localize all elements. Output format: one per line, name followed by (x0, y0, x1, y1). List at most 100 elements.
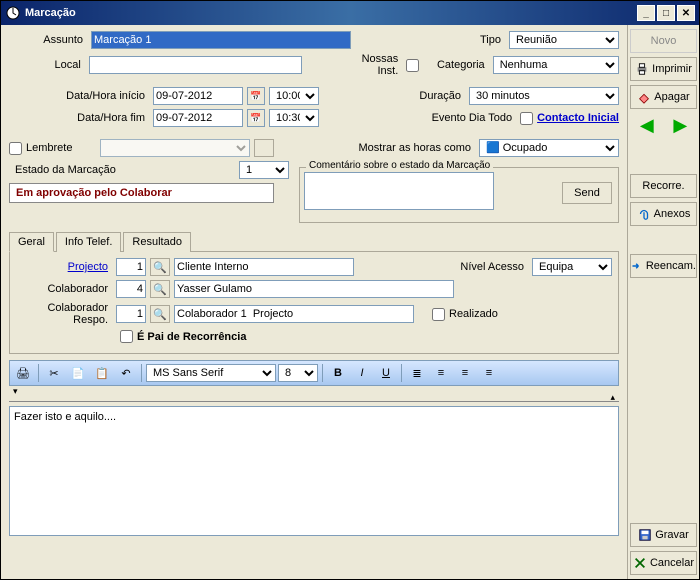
anexos-button[interactable]: Anexos (630, 202, 697, 226)
cancelar-button[interactable]: Cancelar (630, 551, 697, 575)
comentario-legend: Comentário sobre o estado da Marcação (306, 160, 493, 171)
tab-strip: Geral Info Telef. Resultado (9, 231, 619, 252)
nivel-acesso-label: Nível Acesso (460, 261, 528, 273)
cut-icon[interactable]: ✂ (43, 363, 65, 383)
data-fim-label: Data/Hora fim (9, 112, 149, 124)
comentario-fieldset: Comentário sobre o estado da Marcação Se… (299, 167, 619, 223)
eraser-icon (637, 90, 651, 104)
colaborador-lookup-icon[interactable]: 🔍 (150, 280, 170, 298)
novo-button[interactable]: Novo (630, 29, 697, 53)
realizado-checkbox[interactable] (432, 308, 445, 321)
local-label: Local (9, 59, 85, 71)
italic-button[interactable]: I (351, 363, 373, 383)
bullets-icon[interactable]: ≣ (406, 363, 428, 383)
projecto-num-input[interactable] (116, 258, 146, 276)
apagar-button[interactable]: Apagar (630, 85, 697, 109)
main-panel: Assunto Tipo Reunião Local Nossas Inst. … (1, 25, 627, 579)
colaborador-name-input[interactable] (174, 280, 454, 298)
imprimir-button[interactable]: Imprimir (630, 57, 697, 81)
appointment-window: Marcação _ □ ✕ Assunto Tipo Reunião Loca… (0, 0, 700, 580)
data-fim-input[interactable] (153, 109, 243, 127)
hora-fim-select[interactable]: 10:30 (269, 109, 319, 127)
recorre-button[interactable]: Recorre. (630, 174, 697, 198)
pai-recorrencia-checkbox[interactable] (120, 330, 133, 343)
titlebar: Marcação _ □ ✕ (1, 1, 699, 25)
projecto-link[interactable]: Projecto (16, 261, 112, 273)
nossas-inst-label: Nossas Inst. (340, 53, 403, 77)
paperclip-icon (637, 207, 651, 221)
align-left-icon[interactable]: ≡ (430, 363, 452, 383)
tab-panel-geral: Projecto 🔍 Nível Acesso Equipa Colaborad… (9, 252, 619, 354)
align-center-icon[interactable]: ≡ (454, 363, 476, 383)
cancel-icon (633, 556, 647, 570)
data-inicio-label: Data/Hora início (9, 90, 149, 102)
data-inicio-input[interactable] (153, 87, 243, 105)
paste-icon[interactable]: 📋 (91, 363, 113, 383)
estado-label: Estado da Marcação (9, 164, 235, 176)
hora-inicio-select[interactable]: 10:00 (269, 87, 319, 105)
underline-button[interactable]: U (375, 363, 397, 383)
richtext-toolbar: 🖨 ✂ 📄 📋 ↶ MS Sans Serif 8 B I U ≣ ≡ ≡ ≡ (9, 360, 619, 386)
mostrar-como-label: Mostrar as horas como (359, 142, 475, 154)
maximize-button[interactable]: □ (657, 5, 675, 21)
gravar-button[interactable]: Gravar (630, 523, 697, 547)
pai-recorrencia-label: É Pai de Recorrência (137, 331, 246, 343)
lembrete-sound-button[interactable] (254, 139, 274, 157)
lembrete-label: Lembrete (26, 142, 72, 154)
comentario-textarea[interactable] (304, 172, 494, 210)
tipo-label: Tipo (480, 34, 505, 46)
tab-resultado[interactable]: Resultado (123, 232, 191, 252)
app-icon (5, 5, 21, 21)
realizado-label: Realizado (449, 308, 498, 320)
tab-geral[interactable]: Geral (9, 232, 54, 252)
assunto-label: Assunto (9, 34, 87, 46)
bold-button[interactable]: B (327, 363, 349, 383)
prev-arrow-icon[interactable]: ◀ (640, 115, 654, 136)
printer-icon (635, 62, 649, 76)
colaborador-num-input[interactable] (116, 280, 146, 298)
nivel-acesso-select[interactable]: Equipa (532, 258, 612, 276)
tipo-select[interactable]: Reunião (509, 31, 619, 49)
tab-info-telef[interactable]: Info Telef. (56, 232, 122, 252)
font-size-select[interactable]: 8 (278, 364, 318, 382)
ruler[interactable] (9, 388, 619, 402)
local-input[interactable] (89, 56, 303, 74)
duracao-label: Duração (419, 90, 465, 102)
data-inicio-picker-icon[interactable]: 📅 (247, 87, 265, 105)
colab-respo-name-input[interactable] (174, 305, 414, 323)
sidebar: Novo Imprimir Apagar ◀ ▶ Recorre. Anexos (627, 25, 699, 579)
undo-icon[interactable]: ↶ (115, 363, 137, 383)
copy-icon[interactable]: 📄 (67, 363, 89, 383)
mostrar-como-select[interactable]: 🟦 Ocupado (479, 139, 619, 157)
send-button[interactable]: Send (562, 182, 612, 204)
assunto-input[interactable] (91, 31, 351, 49)
estado-text: Em aprovação pelo Colaborar (9, 183, 274, 203)
reencam-button[interactable]: Reencam. (630, 254, 697, 278)
lembrete-checkbox[interactable] (9, 142, 22, 155)
nossas-inst-checkbox[interactable] (406, 59, 419, 72)
close-button[interactable]: ✕ (677, 5, 695, 21)
duracao-select[interactable]: 30 minutos (469, 87, 619, 105)
data-fim-picker-icon[interactable]: 📅 (247, 109, 265, 127)
categoria-select[interactable]: Nenhuma (493, 56, 619, 74)
lembrete-time-select[interactable] (100, 139, 250, 157)
body-textarea[interactable]: Fazer isto e aquilo.... (9, 406, 619, 536)
minimize-button[interactable]: _ (637, 5, 655, 21)
projecto-name-input[interactable] (174, 258, 354, 276)
forward-icon (631, 259, 643, 273)
font-name-select[interactable]: MS Sans Serif (146, 364, 276, 382)
evento-dia-todo-checkbox[interactable] (520, 112, 533, 125)
align-right-icon[interactable]: ≡ (478, 363, 500, 383)
colab-respo-num-input[interactable] (116, 305, 146, 323)
next-arrow-icon[interactable]: ▶ (673, 115, 687, 136)
projecto-lookup-icon[interactable]: 🔍 (150, 258, 170, 276)
window-title: Marcação (21, 7, 635, 19)
evento-dia-todo-label: Evento Dia Todo (432, 112, 517, 124)
content-area: Assunto Tipo Reunião Local Nossas Inst. … (1, 25, 699, 579)
estado-select[interactable]: 1 (239, 161, 289, 179)
contacto-inicial-link[interactable]: Contacto Inicial (537, 112, 619, 124)
print-icon[interactable]: 🖨 (12, 363, 34, 383)
colab-respo-lookup-icon[interactable]: 🔍 (150, 305, 170, 323)
save-icon (638, 528, 652, 542)
categoria-label: Categoria (437, 59, 489, 71)
